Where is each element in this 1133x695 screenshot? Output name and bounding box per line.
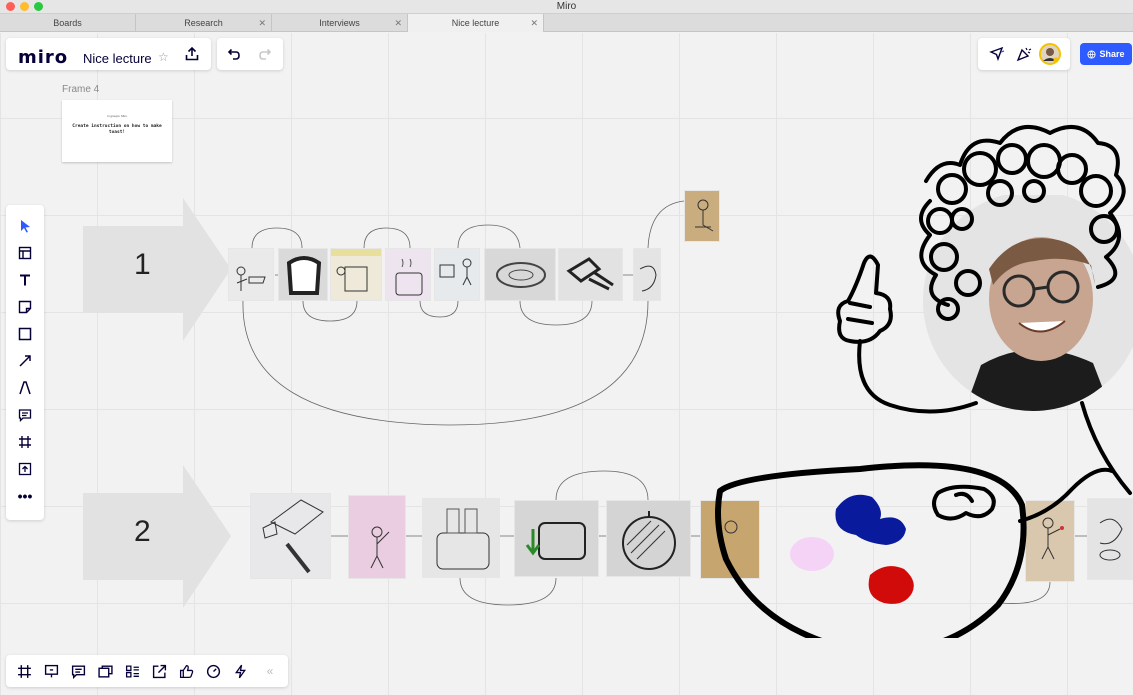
lightning-icon[interactable] [228, 659, 252, 683]
timer-icon[interactable] [201, 659, 225, 683]
templates-icon[interactable] [13, 241, 37, 265]
presentation-icon[interactable] [39, 659, 63, 683]
close-tab-icon[interactable]: ✕ [258, 14, 266, 32]
embed-icon[interactable] [147, 659, 171, 683]
comment-icon[interactable] [13, 403, 37, 427]
blue-paint-blob [835, 494, 906, 545]
sticky-note-icon[interactable] [13, 295, 37, 319]
red-paint-blob [868, 566, 914, 604]
cards-icon[interactable] [93, 659, 117, 683]
connection-line-icon[interactable] [13, 349, 37, 373]
upload-icon[interactable] [13, 457, 37, 481]
cursor-follow-icon[interactable] [985, 42, 1009, 66]
tab-label: Boards [53, 18, 82, 28]
select-tool-icon[interactable] [13, 214, 37, 238]
title-bar: Miro [0, 0, 1133, 14]
close-tab-icon[interactable]: ✕ [530, 14, 538, 32]
user-avatar[interactable] [1038, 42, 1062, 66]
frames-panel-icon[interactable] [12, 659, 36, 683]
tab-label: Research [184, 18, 223, 28]
drawn-artist-with-palette[interactable] [700, 73, 1133, 638]
kanban-icon[interactable] [120, 659, 144, 683]
frame-icon[interactable] [13, 430, 37, 454]
tab-interviews[interactable]: Interviews ✕ [272, 14, 408, 32]
tab-nice-lecture[interactable]: Nice lecture ✕ [408, 14, 544, 32]
more-tools-icon[interactable]: ••• [13, 484, 37, 508]
close-tab-icon[interactable]: ✕ [394, 14, 402, 32]
thumbs-up-icon[interactable] [174, 659, 198, 683]
comments-icon[interactable] [66, 659, 90, 683]
tab-label: Nice lecture [451, 18, 500, 28]
left-toolbar: ••• [6, 205, 44, 520]
board-canvas[interactable]: miro Nice lecture ☆ Frame 4 In groups: M… [0, 33, 1133, 695]
shape-icon[interactable] [13, 322, 37, 346]
tab-boards[interactable]: Boards [0, 14, 136, 32]
globe-icon [1087, 49, 1097, 59]
bottom-toolbar: « [6, 655, 288, 687]
celebration-icon[interactable] [1012, 42, 1036, 66]
tab-bar: Boards Research ✕ Interviews ✕ Nice lect… [0, 14, 1133, 32]
text-tool-icon[interactable] [13, 268, 37, 292]
pink-paint-blob [790, 537, 834, 571]
collaboration-panel [978, 38, 1070, 70]
pen-icon[interactable] [13, 376, 37, 400]
share-label: Share [1099, 49, 1125, 59]
window-title: Miro [556, 1, 577, 12]
collapse-toolbar-icon[interactable]: « [258, 659, 282, 683]
tab-research[interactable]: Research ✕ [136, 14, 272, 32]
share-button[interactable]: Share [1080, 43, 1132, 65]
tab-label: Interviews [319, 18, 360, 28]
